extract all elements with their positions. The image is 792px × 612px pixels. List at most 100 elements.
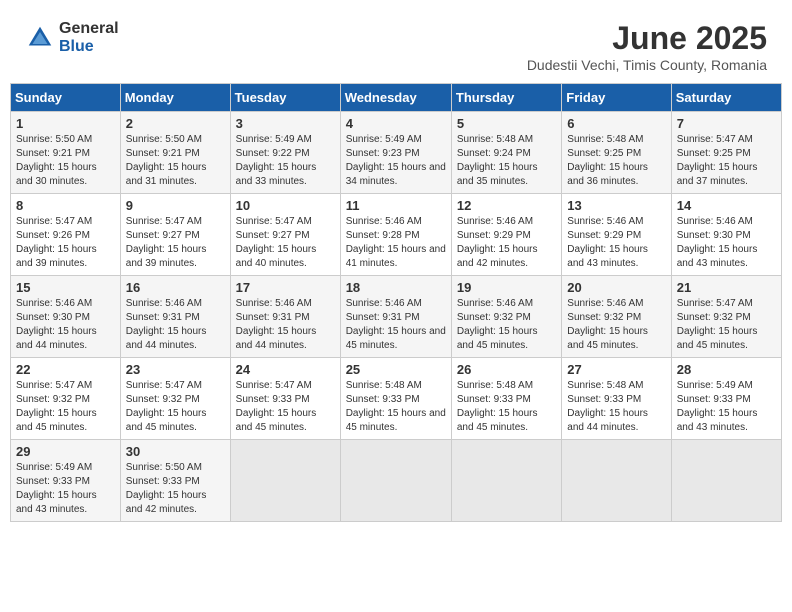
day-number: 29 bbox=[16, 444, 115, 459]
day-number: 8 bbox=[16, 198, 115, 213]
day-number: 1 bbox=[16, 116, 115, 131]
calendar-day-cell: 28 Sunrise: 5:49 AMSunset: 9:33 PMDayligh… bbox=[671, 358, 781, 440]
calendar-day-cell: 10Sunrise: 5:47 AMSunset: 9:27 PMDayligh… bbox=[230, 194, 340, 276]
day-info: Sunrise: 5:48 AMSunset: 9:25 PMDaylight:… bbox=[567, 133, 665, 189]
day-number: 16 bbox=[126, 280, 225, 295]
calendar-day-cell: 4 Sunrise: 5:49 AMSunset: 9:23 PMDaylight… bbox=[340, 112, 451, 194]
logo-blue-text: Blue bbox=[59, 38, 119, 56]
calendar-header-friday: Friday bbox=[562, 84, 671, 112]
day-info: Sunrise: 5:50 AMSunset: 9:21 PMDaylight:… bbox=[16, 133, 115, 189]
calendar-day-cell: 15 Sunrise: 5:46 AMSunset: 9:30 PMDayligh… bbox=[11, 276, 121, 358]
calendar-header-wednesday: Wednesday bbox=[340, 84, 451, 112]
title-section: June 2025 Dudestii Vechi, Timis County, … bbox=[527, 20, 767, 73]
calendar-header-sunday: Sunday bbox=[11, 84, 121, 112]
day-info: Sunrise: 5:48 AMSunset: 9:24 PMDaylight:… bbox=[457, 133, 556, 189]
calendar-day-cell: 22 Sunrise: 5:47 AMSunset: 9:32 PMDayligh… bbox=[11, 358, 121, 440]
calendar-week-row: 8 Sunrise: 5:47 AMSunset: 9:26 PMDaylight… bbox=[11, 194, 782, 276]
day-number: 12 bbox=[457, 198, 556, 213]
calendar-day-cell: 21Sunrise: 5:47 AMSunset: 9:32 PMDayligh… bbox=[671, 276, 781, 358]
day-info: Sunrise: 5:46 AMSunset: 9:31 PMDaylight:… bbox=[346, 297, 446, 353]
day-info: Sunrise: 5:47 AMSunset: 9:32 PMDaylight:… bbox=[677, 297, 776, 353]
day-number: 5 bbox=[457, 116, 556, 131]
calendar-day-cell: 7Sunrise: 5:47 AMSunset: 9:25 PMDaylight… bbox=[671, 112, 781, 194]
location-title: Dudestii Vechi, Timis County, Romania bbox=[527, 57, 767, 73]
calendar-day-cell: 8 Sunrise: 5:47 AMSunset: 9:26 PMDaylight… bbox=[11, 194, 121, 276]
day-number: 15 bbox=[16, 280, 115, 295]
calendar-day-cell: 2 Sunrise: 5:50 AMSunset: 9:21 PMDaylight… bbox=[120, 112, 230, 194]
day-number: 22 bbox=[16, 362, 115, 377]
day-info: Sunrise: 5:48 AMSunset: 9:33 PMDaylight:… bbox=[346, 379, 446, 435]
calendar-day-cell: 24 Sunrise: 5:47 AMSunset: 9:33 PMDayligh… bbox=[230, 358, 340, 440]
day-info: Sunrise: 5:47 AMSunset: 9:27 PMDaylight:… bbox=[236, 215, 335, 271]
day-info: Sunrise: 5:46 AMSunset: 9:31 PMDaylight:… bbox=[236, 297, 335, 353]
calendar-day-cell: 30Sunrise: 5:50 AMSunset: 9:33 PMDayligh… bbox=[120, 440, 230, 522]
calendar-day-cell bbox=[562, 440, 671, 522]
day-info: Sunrise: 5:46 AMSunset: 9:31 PMDaylight:… bbox=[126, 297, 225, 353]
day-number: 9 bbox=[126, 198, 225, 213]
calendar-day-cell: 13Sunrise: 5:46 AMSunset: 9:29 PMDayligh… bbox=[562, 194, 671, 276]
day-info: Sunrise: 5:49 AMSunset: 9:23 PMDaylight:… bbox=[346, 133, 446, 189]
calendar-day-cell: 26 Sunrise: 5:48 AMSunset: 9:33 PMDayligh… bbox=[451, 358, 561, 440]
calendar-day-cell: 5 Sunrise: 5:48 AMSunset: 9:24 PMDaylight… bbox=[451, 112, 561, 194]
day-number: 17 bbox=[236, 280, 335, 295]
calendar-day-cell: 29 Sunrise: 5:49 AMSunset: 9:33 PMDayligh… bbox=[11, 440, 121, 522]
day-info: Sunrise: 5:47 AMSunset: 9:26 PMDaylight:… bbox=[16, 215, 115, 271]
day-info: Sunrise: 5:46 AMSunset: 9:29 PMDaylight:… bbox=[457, 215, 556, 271]
day-number: 24 bbox=[236, 362, 335, 377]
day-info: Sunrise: 5:49 AMSunset: 9:22 PMDaylight:… bbox=[236, 133, 335, 189]
day-info: Sunrise: 5:47 AMSunset: 9:32 PMDaylight:… bbox=[16, 379, 115, 435]
day-info: Sunrise: 5:46 AMSunset: 9:30 PMDaylight:… bbox=[677, 215, 776, 271]
day-info: Sunrise: 5:46 AMSunset: 9:28 PMDaylight:… bbox=[346, 215, 446, 271]
calendar-header-thursday: Thursday bbox=[451, 84, 561, 112]
calendar-day-cell: 20 Sunrise: 5:46 AMSunset: 9:32 PMDayligh… bbox=[562, 276, 671, 358]
calendar-table: SundayMondayTuesdayWednesdayThursdayFrid… bbox=[10, 83, 782, 522]
day-info: Sunrise: 5:47 AMSunset: 9:33 PMDaylight:… bbox=[236, 379, 335, 435]
calendar-day-cell: 19Sunrise: 5:46 AMSunset: 9:32 PMDayligh… bbox=[451, 276, 561, 358]
calendar-day-cell: 23 Sunrise: 5:47 AMSunset: 9:32 PMDayligh… bbox=[120, 358, 230, 440]
day-info: Sunrise: 5:47 AMSunset: 9:32 PMDaylight:… bbox=[126, 379, 225, 435]
day-number: 26 bbox=[457, 362, 556, 377]
day-info: Sunrise: 5:46 AMSunset: 9:32 PMDaylight:… bbox=[457, 297, 556, 353]
day-info: Sunrise: 5:50 AMSunset: 9:33 PMDaylight:… bbox=[126, 461, 225, 517]
day-info: Sunrise: 5:48 AMSunset: 9:33 PMDaylight:… bbox=[567, 379, 665, 435]
day-number: 20 bbox=[567, 280, 665, 295]
logo-icon bbox=[25, 23, 55, 53]
logo-general-text: General bbox=[59, 20, 119, 38]
day-info: Sunrise: 5:49 AMSunset: 9:33 PMDaylight:… bbox=[677, 379, 776, 435]
calendar-day-cell: 11 Sunrise: 5:46 AMSunset: 9:28 PMDayligh… bbox=[340, 194, 451, 276]
day-number: 2 bbox=[126, 116, 225, 131]
calendar-day-cell: 6Sunrise: 5:48 AMSunset: 9:25 PMDaylight… bbox=[562, 112, 671, 194]
calendar-header-row: SundayMondayTuesdayWednesdayThursdayFrid… bbox=[11, 84, 782, 112]
day-info: Sunrise: 5:46 AMSunset: 9:30 PMDaylight:… bbox=[16, 297, 115, 353]
day-number: 28 bbox=[677, 362, 776, 377]
calendar-header-monday: Monday bbox=[120, 84, 230, 112]
calendar-header-saturday: Saturday bbox=[671, 84, 781, 112]
day-info: Sunrise: 5:49 AMSunset: 9:33 PMDaylight:… bbox=[16, 461, 115, 517]
day-info: Sunrise: 5:46 AMSunset: 9:32 PMDaylight:… bbox=[567, 297, 665, 353]
calendar-week-row: 15 Sunrise: 5:46 AMSunset: 9:30 PMDayligh… bbox=[11, 276, 782, 358]
calendar-day-cell: 27 Sunrise: 5:48 AMSunset: 9:33 PMDayligh… bbox=[562, 358, 671, 440]
day-number: 3 bbox=[236, 116, 335, 131]
day-info: Sunrise: 5:48 AMSunset: 9:33 PMDaylight:… bbox=[457, 379, 556, 435]
calendar-day-cell: 12 Sunrise: 5:46 AMSunset: 9:29 PMDayligh… bbox=[451, 194, 561, 276]
calendar-day-cell: 17 Sunrise: 5:46 AMSunset: 9:31 PMDayligh… bbox=[230, 276, 340, 358]
month-title: June 2025 bbox=[527, 20, 767, 57]
day-info: Sunrise: 5:47 AMSunset: 9:25 PMDaylight:… bbox=[677, 133, 776, 189]
day-number: 13 bbox=[567, 198, 665, 213]
day-number: 23 bbox=[126, 362, 225, 377]
calendar-week-row: 1 Sunrise: 5:50 AMSunset: 9:21 PMDaylight… bbox=[11, 112, 782, 194]
calendar-day-cell bbox=[451, 440, 561, 522]
calendar-day-cell bbox=[230, 440, 340, 522]
day-number: 27 bbox=[567, 362, 665, 377]
day-info: Sunrise: 5:50 AMSunset: 9:21 PMDaylight:… bbox=[126, 133, 225, 189]
day-number: 18 bbox=[346, 280, 446, 295]
logo: General Blue bbox=[25, 20, 119, 55]
page-header: General Blue June 2025 Dudestii Vechi, T… bbox=[10, 10, 782, 78]
calendar-week-row: 29 Sunrise: 5:49 AMSunset: 9:33 PMDayligh… bbox=[11, 440, 782, 522]
day-number: 4 bbox=[346, 116, 446, 131]
calendar-header-tuesday: Tuesday bbox=[230, 84, 340, 112]
day-info: Sunrise: 5:47 AMSunset: 9:27 PMDaylight:… bbox=[126, 215, 225, 271]
logo-text: General Blue bbox=[59, 20, 119, 55]
calendar-day-cell bbox=[671, 440, 781, 522]
day-number: 11 bbox=[346, 198, 446, 213]
